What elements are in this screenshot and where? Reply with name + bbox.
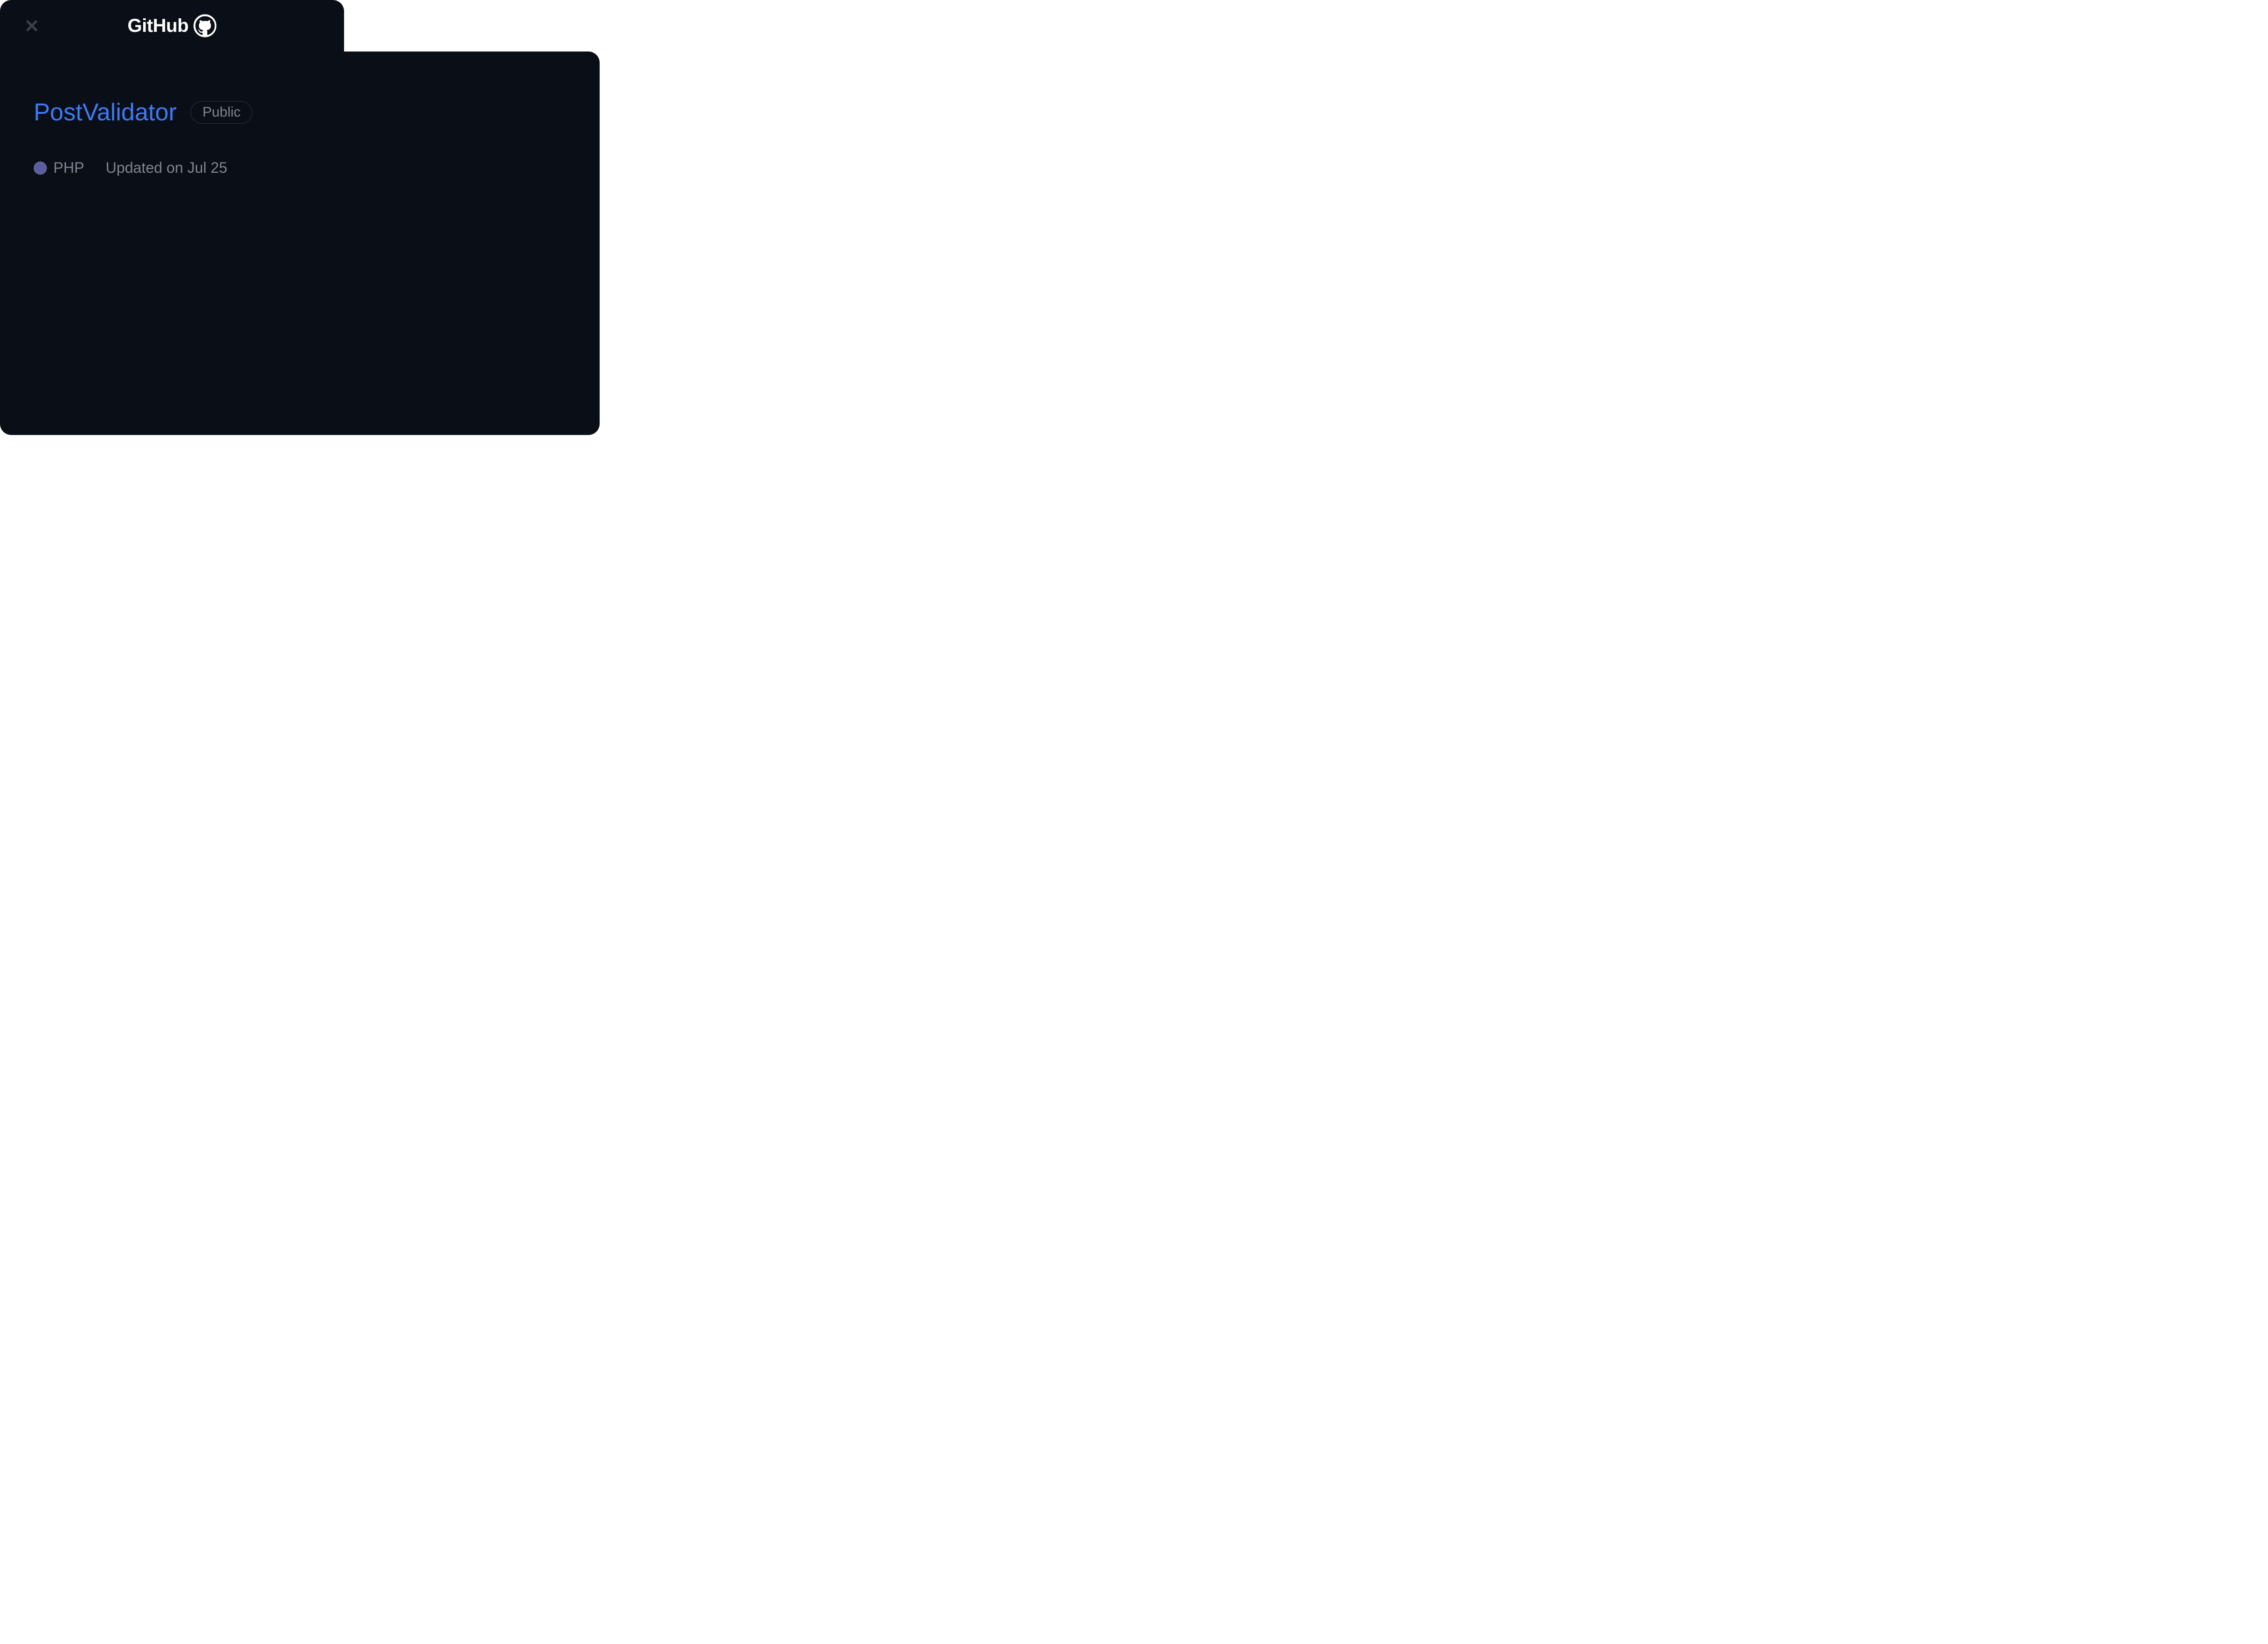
- language-indicator: PHP: [34, 159, 84, 177]
- browser-tab: GitHub: [0, 0, 344, 52]
- close-tab-button[interactable]: [23, 17, 40, 34]
- github-wordmark: GitHub: [127, 15, 188, 37]
- language-name: PHP: [53, 159, 84, 177]
- repo-name-link[interactable]: PostValidator: [34, 98, 176, 126]
- language-color-dot: [34, 162, 47, 175]
- repo-panel: PostValidator Public PHP Updated on Jul …: [0, 52, 600, 435]
- updated-timestamp: Updated on Jul 25: [106, 159, 228, 177]
- github-logo: GitHub: [127, 14, 216, 37]
- repo-header: PostValidator Public: [34, 98, 566, 126]
- visibility-badge: Public: [191, 101, 252, 124]
- close-icon: [23, 17, 40, 34]
- github-mark-icon: [193, 14, 217, 37]
- repo-meta: PHP Updated on Jul 25: [34, 159, 566, 177]
